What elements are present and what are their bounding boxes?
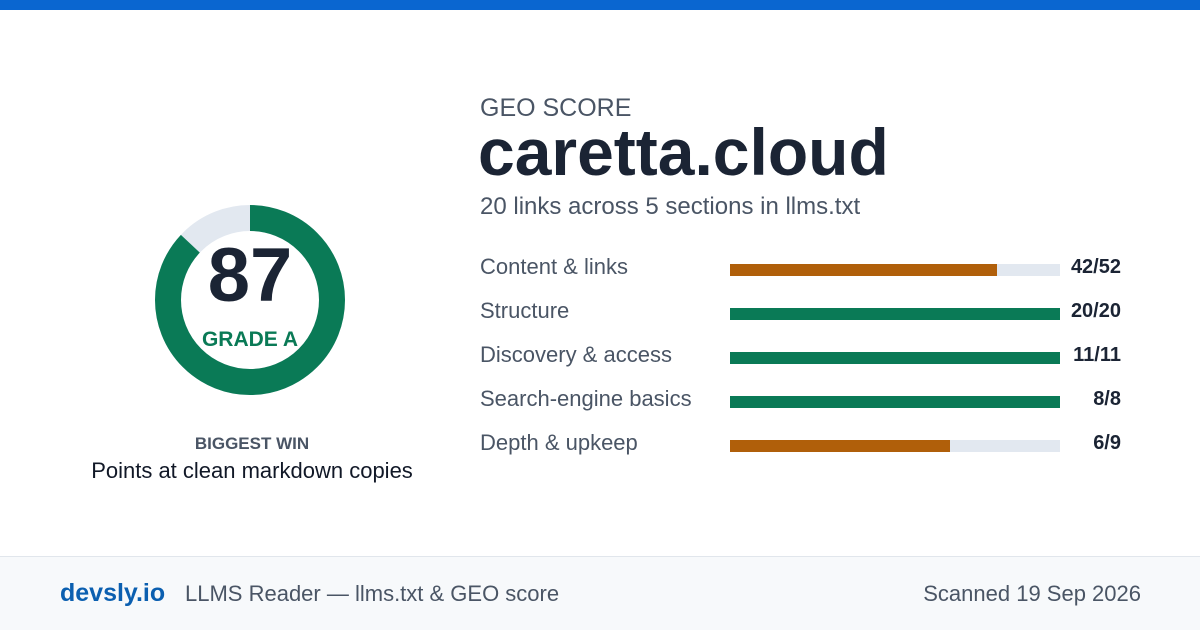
metric-track	[730, 264, 1060, 276]
metric-fill	[730, 440, 950, 452]
metric-row-discovery-access: Discovery & access 11/11	[480, 344, 1140, 374]
top-accent-bar	[0, 0, 1200, 10]
site-title: caretta.cloud	[478, 115, 889, 189]
metric-score: 42/52	[1070, 256, 1121, 278]
metric-fill	[730, 308, 1060, 320]
metric-track	[730, 308, 1060, 320]
grade-label: GRADE A	[201, 328, 299, 351]
metric-score: 20/20	[1070, 300, 1121, 322]
score-gauge: 87 GRADE A	[150, 200, 350, 400]
biggest-win-label: BIGGEST WIN	[194, 434, 310, 453]
brand-link[interactable]: devsly.io	[60, 581, 165, 606]
biggest-win-text: Points at clean markdown copies	[91, 458, 413, 483]
metric-row-content-links: Content & links 42/52	[480, 256, 1140, 286]
metric-score: 8/8	[1093, 388, 1121, 410]
metric-track	[730, 440, 1060, 452]
product-tagline: LLMS Reader — llms.txt & GEO score	[185, 581, 560, 606]
metric-label: Search-engine basics	[480, 386, 692, 411]
metric-fill	[730, 396, 1060, 408]
metric-label: Structure	[480, 298, 570, 323]
metric-row-search-engine-basics: Search-engine basics 8/8	[480, 388, 1140, 418]
metric-track	[730, 396, 1060, 408]
score-number: 87	[207, 233, 293, 318]
metric-label: Content & links	[480, 254, 628, 279]
metric-row-structure: Structure 20/20	[480, 300, 1140, 330]
metric-label: Depth & upkeep	[480, 430, 638, 455]
llms-summary: 20 links across 5 sections in llms.txt	[480, 193, 861, 220]
scan-date: Scanned 19 Sep 2026	[923, 581, 1141, 606]
metric-fill	[730, 264, 997, 276]
metric-label: Discovery & access	[480, 342, 672, 367]
metric-score: 11/11	[1073, 344, 1121, 366]
metric-row-depth-upkeep: Depth & upkeep 6/9	[480, 432, 1140, 462]
metric-fill	[730, 352, 1060, 364]
metric-score: 6/9	[1093, 432, 1121, 454]
metric-track	[730, 352, 1060, 364]
footer: devsly.io LLMS Reader — llms.txt & GEO s…	[0, 556, 1200, 630]
